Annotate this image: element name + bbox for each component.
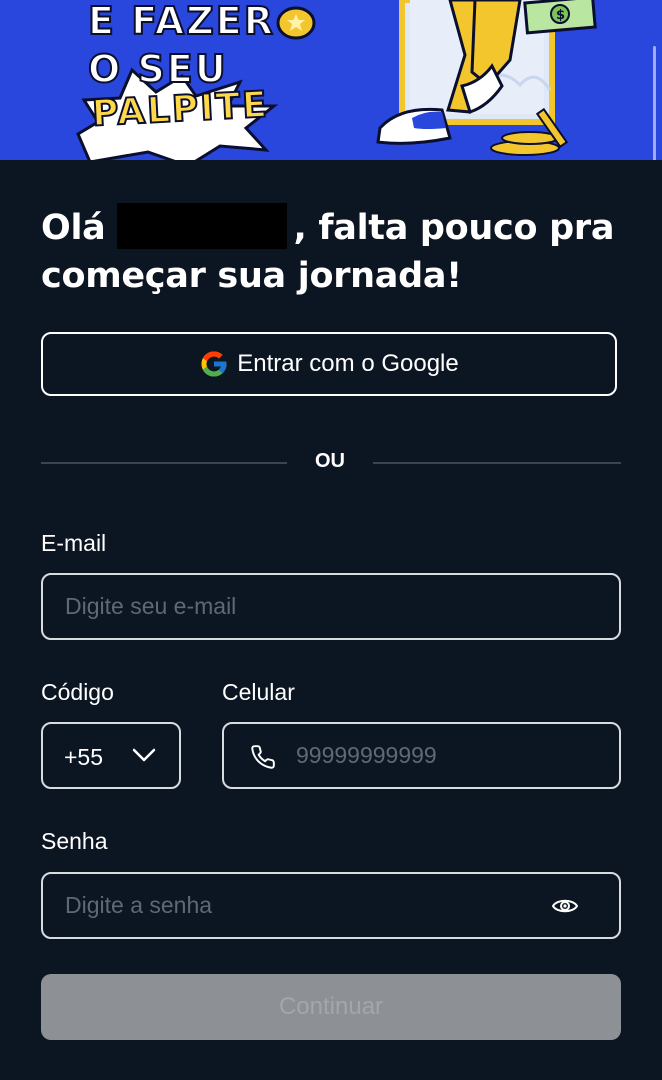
- password-input[interactable]: [63, 874, 539, 937]
- google-signin-button[interactable]: Entrar com o Google: [41, 332, 617, 396]
- code-label: Código: [41, 679, 114, 705]
- svg-text:$: $: [556, 8, 565, 23]
- phone-label: Celular: [222, 679, 295, 705]
- google-logo-icon: [201, 351, 227, 377]
- phone-field-box[interactable]: [222, 722, 621, 789]
- mascot-illustration: $: [376, 0, 597, 156]
- google-signin-label: Entrar com o Google: [237, 350, 459, 377]
- continue-button[interactable]: Continuar: [41, 974, 621, 1040]
- email-input[interactable]: [63, 575, 599, 638]
- divider-label: OU: [315, 450, 345, 472]
- divider-line-left: [41, 462, 287, 464]
- banner-line-3: PALPITE: [90, 83, 271, 135]
- country-code-select[interactable]: +55: [41, 722, 181, 789]
- password-field-box[interactable]: [41, 872, 621, 939]
- promo-banner: E FAZER O SEU PALPITE $: [0, 0, 662, 160]
- country-code-value: +55: [64, 744, 104, 770]
- divider-line-right: [373, 462, 621, 464]
- phone-input[interactable]: [294, 724, 599, 787]
- banner-line-1: E FAZER: [87, 0, 275, 43]
- password-label: Senha: [41, 828, 108, 854]
- continue-button-label: Continuar: [278, 993, 384, 1020]
- email-label: E-mail: [41, 530, 107, 556]
- banner-line-2: O SEU: [87, 47, 228, 91]
- eye-icon[interactable]: [551, 896, 579, 916]
- coin-icon: [276, 6, 316, 40]
- redacted-user-name: [117, 203, 288, 249]
- scrollbar[interactable]: [653, 46, 656, 160]
- phone-icon: [251, 745, 275, 769]
- email-field-box[interactable]: [41, 573, 621, 640]
- title-greeting: Olá: [41, 208, 106, 248]
- chevron-down-icon: [132, 748, 156, 762]
- page-title: Olá, falta pouco pra começar sua jornada…: [41, 203, 631, 300]
